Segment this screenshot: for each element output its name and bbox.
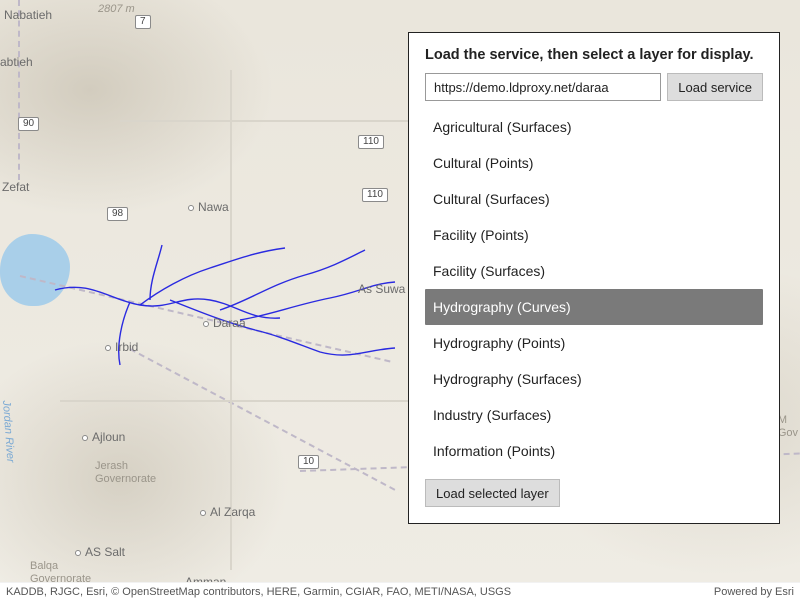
place-label: As Suwa — [358, 282, 405, 296]
attribution-bar: KADDB, RJGC, Esri, © OpenStreetMap contr… — [0, 582, 800, 600]
layer-list: Agricultural (Surfaces)Cultural (Points)… — [425, 109, 763, 469]
place-label: Daraa — [203, 316, 246, 330]
route-shield-10: 10 — [298, 455, 319, 469]
layer-item[interactable]: Cultural (Surfaces) — [425, 181, 763, 217]
place-label: abtieh — [0, 55, 33, 69]
place-label: Nawa — [188, 200, 229, 214]
route-shield-7: 7 — [135, 15, 151, 29]
layer-item[interactable]: Hydrography (Curves) — [425, 289, 763, 325]
place-label: Irbid — [105, 340, 138, 354]
place-label: Al Zarqa — [200, 505, 255, 519]
gov-label: Jerash Governorate — [95, 460, 156, 485]
place-label: AS Salt — [75, 545, 125, 559]
layer-item[interactable]: Agricultural (Surfaces) — [425, 109, 763, 145]
service-url-input[interactable] — [425, 73, 661, 101]
layer-item[interactable]: Facility (Surfaces) — [425, 253, 763, 289]
load-selected-layer-button[interactable]: Load selected layer — [425, 479, 560, 507]
route-shield-98: 98 — [107, 207, 128, 221]
service-url-row: Load service — [425, 73, 763, 101]
load-service-button[interactable]: Load service — [667, 73, 763, 101]
layer-panel: Load the service, then select a layer fo… — [408, 32, 780, 524]
layer-item[interactable]: Facility (Points) — [425, 217, 763, 253]
layer-item[interactable]: Hydrography (Surfaces) — [425, 361, 763, 397]
layer-item[interactable]: Information (Points) — [425, 433, 763, 469]
place-label: Nabatieh — [4, 8, 52, 22]
attribution-text: KADDB, RJGC, Esri, © OpenStreetMap contr… — [6, 586, 511, 598]
route-shield-110: 110 — [358, 135, 384, 149]
layer-item[interactable]: Hydrography (Points) — [425, 325, 763, 361]
layer-item[interactable]: Cultural (Points) — [425, 145, 763, 181]
peak-label: 2807 m — [98, 3, 135, 16]
powered-by-esri[interactable]: Powered by Esri — [714, 586, 794, 598]
place-label: Ajloun — [82, 430, 125, 444]
place-label: Zefat — [2, 180, 29, 194]
gov-label: M Gov — [778, 414, 798, 439]
route-shield-90: 90 — [18, 117, 39, 131]
route-shield-110: 110 — [362, 188, 388, 202]
layer-item[interactable]: Industry (Surfaces) — [425, 397, 763, 433]
panel-heading: Load the service, then select a layer fo… — [425, 47, 763, 63]
